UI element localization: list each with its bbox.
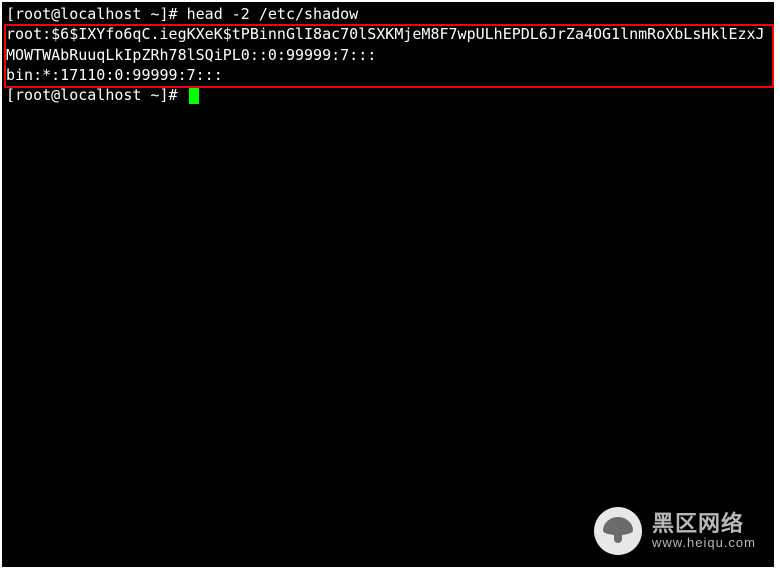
watermark-url: www.heiqu.com <box>652 536 756 551</box>
output-line-2: bin:*:17110:0:99999:7::: <box>6 65 770 85</box>
prompt-line-2: [root@localhost ~]# <box>6 85 770 105</box>
cursor-icon <box>189 87 199 104</box>
terminal-window[interactable]: [root@localhost ~]# head -2 /etc/shadow … <box>0 0 776 569</box>
watermark-text: 黑区网络 www.heiqu.com <box>652 511 756 551</box>
prompt-line-1: [root@localhost ~]# head -2 /etc/shadow <box>6 4 770 24</box>
mushroom-logo-icon <box>594 507 642 555</box>
shell-prompt: [root@localhost ~]# <box>6 86 187 104</box>
watermark: 黑区网络 www.heiqu.com <box>594 507 756 555</box>
shell-prompt: [root@localhost ~]# <box>6 5 187 23</box>
output-line-1: root:$6$IXYfo6qC.iegKXeK$tPBinnGlI8ac70l… <box>6 24 770 65</box>
watermark-title: 黑区网络 <box>652 511 756 536</box>
command-text: head -2 /etc/shadow <box>187 5 359 23</box>
